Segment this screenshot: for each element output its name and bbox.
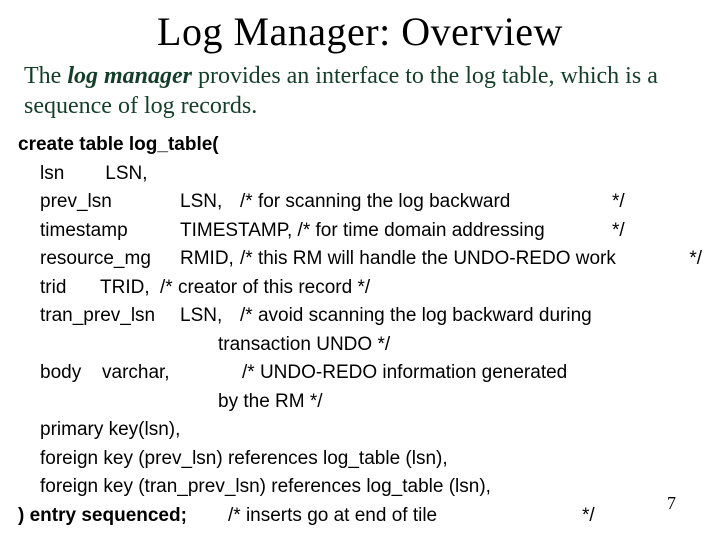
- code-line: ) entry sequenced; /* inserts go at end …: [18, 502, 702, 531]
- code-line: prev_lsn LSN, /* for scanning the log ba…: [18, 188, 702, 217]
- intro-text-pre: The: [24, 63, 67, 89]
- col-type: varchar,: [102, 359, 242, 388]
- code-line: create table log_table(: [18, 131, 702, 160]
- code-line: foreign key (prev_lsn) references log_ta…: [18, 445, 702, 474]
- code-line: body varchar, /* UNDO-REDO information g…: [18, 359, 702, 388]
- comment: /* for scanning the log backward: [240, 188, 612, 217]
- code-line-cont: by the RM */: [18, 388, 702, 417]
- comment: /* UNDO-REDO information generated: [242, 359, 567, 388]
- code-line: timestamp TIMESTAMP, /* for time domain …: [18, 217, 702, 246]
- col-type: TRID,: [100, 274, 160, 303]
- code-line: resource_mg RMID, /* this RM will handle…: [18, 245, 702, 274]
- page-title: Log Manager: Overview: [18, 8, 702, 55]
- page-number: 7: [667, 493, 676, 514]
- kw-entry-seq: ) entry sequenced;: [18, 502, 228, 531]
- slide: Log Manager: Overview The log manager pr…: [0, 0, 720, 540]
- intro-emph: log manager: [67, 63, 192, 89]
- comment: /* inserts go at end of tile: [228, 502, 582, 531]
- comment: /* this RM will handle the UNDO-REDO wor…: [240, 245, 672, 274]
- comment: /* avoid scanning the log backward durin…: [240, 302, 592, 331]
- col-name: body: [40, 359, 102, 388]
- comment-end: */: [612, 188, 672, 217]
- code-line: tran_prev_lsn LSN, /* avoid scanning the…: [18, 302, 702, 331]
- code-block: create table log_table( lsn LSN, prev_ls…: [18, 131, 702, 530]
- code-line: primary key(lsn),: [18, 416, 702, 445]
- code-line: foreign key (tran_prev_lsn) references l…: [18, 473, 702, 502]
- code-line: trid TRID, /* creator of this record */: [18, 274, 702, 303]
- col-name: trid: [40, 274, 100, 303]
- col-type: LSN,: [180, 302, 240, 331]
- comment-end: */: [672, 245, 702, 274]
- comment-end: */: [612, 217, 672, 246]
- col-name: lsn: [40, 160, 100, 189]
- col-name: resource_mg: [40, 245, 180, 274]
- kw-create: create table log_table(: [18, 134, 219, 155]
- intro-paragraph: The log manager provides an interface to…: [24, 61, 696, 121]
- comment-end: */: [582, 502, 702, 531]
- col-name: tran_prev_lsn: [40, 302, 180, 331]
- comment: /* creator of this record */: [160, 274, 370, 303]
- col-type: LSN,: [105, 163, 147, 184]
- code-line-cont: transaction UNDO */: [18, 331, 702, 360]
- col-name: timestamp: [40, 217, 180, 246]
- col-type: LSN,: [180, 188, 240, 217]
- col-type: RMID,: [180, 245, 240, 274]
- code-line: lsn LSN,: [18, 160, 702, 189]
- col-type-comment: TIMESTAMP, /* for time domain addressing: [180, 217, 612, 246]
- col-name: prev_lsn: [40, 188, 180, 217]
